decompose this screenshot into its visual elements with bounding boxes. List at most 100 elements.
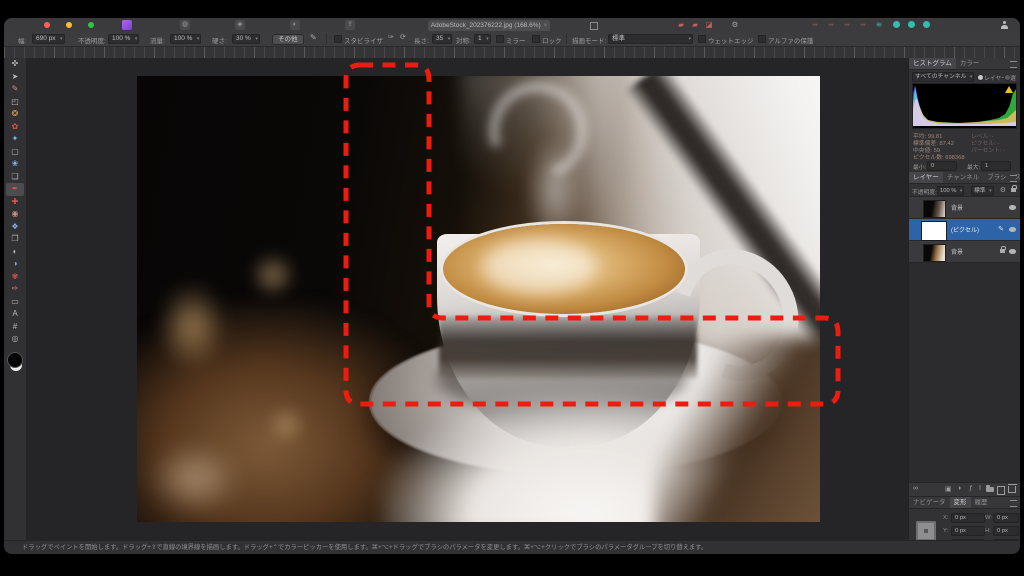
tab-channels[interactable]: チャンネル (943, 172, 983, 183)
y-input[interactable]: 0 px (951, 526, 985, 536)
group-layers-folder-icon[interactable] (986, 487, 994, 492)
live-filter-icon[interactable]: ƒ (969, 485, 973, 492)
sync-icon-2[interactable] (908, 21, 915, 28)
sync-icon-1[interactable] (893, 21, 900, 28)
view-tool[interactable]: ✜ (6, 58, 24, 71)
snapshot-icon-1[interactable]: ➥ (810, 20, 820, 30)
dodge-tool[interactable]: ◐ (6, 246, 24, 259)
wet-edges-checkbox[interactable] (698, 35, 706, 43)
text-tool[interactable]: A (6, 308, 24, 321)
layer-lock-icon[interactable] (1011, 188, 1016, 192)
auto-contrast-icon[interactable]: ▰ (690, 20, 700, 30)
add-pixel-layer-icon[interactable] (997, 486, 1005, 495)
layer-visibility-eye-icon[interactable] (1009, 249, 1016, 254)
layers-opacity-input[interactable]: 100 % (937, 186, 964, 196)
stabilizer-checkbox[interactable] (334, 35, 342, 43)
max-input[interactable]: 1 (981, 161, 1011, 171)
layer-thumbnail[interactable] (921, 221, 947, 241)
assistant-icon[interactable]: ≋ (874, 20, 884, 30)
layer-visibility-eye-icon[interactable] (1009, 227, 1016, 232)
tone-map-persona-icon[interactable]: ◐ (290, 20, 300, 30)
layer-row-selected[interactable]: (ピクセル) ✎ (909, 219, 1020, 241)
fill-layer-icon[interactable]: I (979, 485, 981, 492)
tab-close-icon[interactable]: × (544, 23, 548, 29)
snapshot-icon-4[interactable]: ➥ (858, 20, 868, 30)
mask-layer-icon[interactable]: ▣ (945, 485, 952, 493)
w-input[interactable]: 0 px (993, 513, 1019, 523)
link-layers-icon[interactable]: ∞ (913, 485, 918, 492)
layer-visibility-eye-icon[interactable] (1009, 205, 1016, 210)
panel-menu-icon[interactable] (1010, 175, 1017, 182)
canvas[interactable] (27, 58, 908, 541)
tab-layers[interactable]: レイヤー (909, 172, 943, 183)
blemish-removal-tool[interactable]: ◉ (6, 208, 24, 221)
snapshot-icon-3[interactable]: ➥ (842, 20, 852, 30)
clone-stamp-tool[interactable]: ❐ (6, 233, 24, 246)
zoom-window-button[interactable] (88, 22, 94, 28)
window-stabilizer-icon[interactable]: ⟳ (400, 33, 406, 41)
tab-navigator[interactable]: ナビゲータ (909, 497, 950, 508)
hardness-input[interactable]: 30 % (232, 34, 260, 44)
minimize-window-button[interactable] (66, 22, 72, 28)
smudge-tool[interactable]: ✾ (6, 271, 24, 284)
burn-tool[interactable]: ◑ (6, 258, 24, 271)
h-input[interactable]: 0 px (993, 526, 1019, 536)
x-input[interactable]: 0 px (951, 513, 985, 523)
magic-wand-tool[interactable]: ✦ (6, 133, 24, 146)
blend-mode-select[interactable]: 標準 (608, 34, 693, 44)
more-button[interactable]: その他 (272, 34, 304, 45)
photo-persona-icon[interactable] (122, 20, 132, 30)
account-icon[interactable] (1000, 21, 1008, 29)
brush-width-input[interactable]: 690 px (32, 34, 65, 44)
tab-transform[interactable]: 変形 (950, 497, 971, 508)
protect-alpha-checkbox[interactable] (758, 35, 766, 43)
export-persona-icon[interactable]: ⇪ (345, 20, 355, 30)
anchor-point-selector[interactable] (916, 521, 936, 541)
patch-tool[interactable]: ❖ (6, 221, 24, 234)
flood-select-tool[interactable]: ✿ (6, 121, 24, 134)
panel-menu-icon[interactable] (1010, 61, 1017, 68)
develop-persona-icon[interactable]: ◈ (235, 20, 245, 30)
healing-brush-tool[interactable]: ✚ (6, 196, 24, 209)
document-tab[interactable]: AdobeStock_202376222.jpg (168.6%)× (428, 20, 550, 31)
lock-checkbox[interactable] (532, 35, 540, 43)
layer-fx-gear-icon[interactable]: ⚙ (1000, 186, 1006, 194)
layer-thumbnail[interactable] (923, 244, 946, 262)
layer-thumbnail[interactable] (923, 200, 946, 218)
close-window-button[interactable] (44, 22, 50, 28)
layer-row[interactable]: 背景 (909, 197, 1020, 219)
color-picker-tool[interactable]: ✎ (6, 83, 24, 96)
opacity-input[interactable]: 100 % (108, 34, 139, 44)
min-input[interactable]: 0 (927, 161, 957, 171)
auto-color-icon[interactable]: ◪ (704, 20, 714, 30)
rectangle-tool[interactable]: ▭ (6, 296, 24, 309)
liquify-persona-icon[interactable]: ◍ (180, 20, 190, 30)
mirror-checkbox[interactable] (496, 35, 504, 43)
clone-tool[interactable]: ❏ (6, 171, 24, 184)
pixel-tool[interactable]: ✑ (6, 283, 24, 296)
foreground-color-swatch[interactable] (7, 352, 23, 368)
settings-gear-icon[interactable]: ⚙ (730, 20, 740, 30)
marquee-tool[interactable]: ▢ (6, 146, 24, 159)
symmetry-input[interactable]: 1 (474, 34, 491, 44)
flow-input[interactable]: 100 % (170, 34, 201, 44)
tab-histogram[interactable]: ヒストグラム (909, 58, 956, 69)
panel-menu-icon[interactable] (1010, 500, 1017, 507)
paint-brush-blue-tool[interactable]: ❀ (6, 158, 24, 171)
layers-blend-select[interactable]: 標準 (971, 186, 994, 196)
brush-preview-icon[interactable]: ✎ (310, 33, 317, 42)
delete-layer-trash-icon[interactable] (1008, 486, 1016, 493)
channel-select[interactable]: すべてのチャンネル (912, 72, 974, 82)
warning-triangle-icon[interactable] (1005, 86, 1013, 93)
new-document-icon[interactable] (590, 22, 598, 30)
color-swatches[interactable] (7, 352, 23, 372)
tab-history[interactable]: 履歴 (971, 497, 992, 508)
length-input[interactable]: 35 (432, 34, 452, 44)
layer-radio[interactable] (977, 74, 984, 81)
selection-brush-tool[interactable]: ❂ (6, 108, 24, 121)
crop-tool[interactable]: ◰ (6, 96, 24, 109)
tab-brushes[interactable]: ブラシ (983, 172, 1010, 183)
tab-color[interactable]: カラー (956, 58, 984, 69)
rope-stabilizer-icon[interactable]: ✑ (388, 33, 394, 41)
sync-icon-3[interactable] (923, 21, 930, 28)
